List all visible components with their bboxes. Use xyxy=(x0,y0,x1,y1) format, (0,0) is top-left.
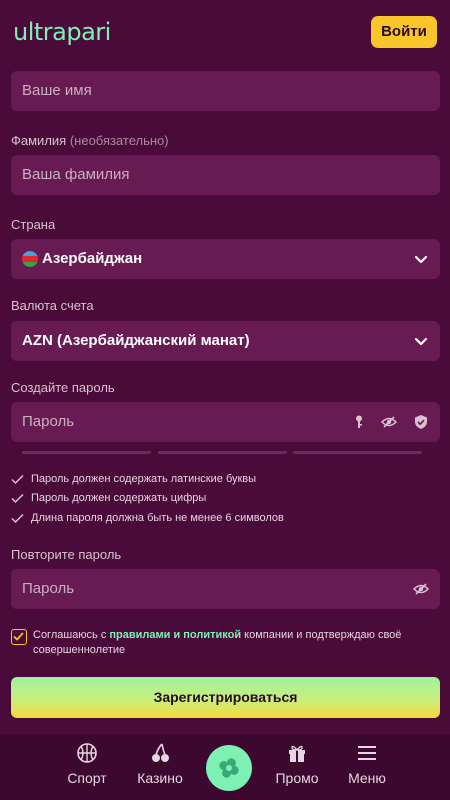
check-icon xyxy=(11,474,24,485)
key-icon[interactable] xyxy=(351,414,367,430)
password-strength-bar-3 xyxy=(293,451,422,454)
password-input[interactable]: Пароль xyxy=(11,402,440,442)
nav-promo[interactable]: Промо xyxy=(262,742,332,786)
cherries-icon xyxy=(152,743,169,762)
repeat-password-label: Повторите пароль xyxy=(11,547,122,562)
chevron-down-icon xyxy=(414,255,428,264)
check-icon xyxy=(11,493,24,504)
surname-label: Фамилия (необязательно) xyxy=(11,133,169,148)
password-strength-bar-2 xyxy=(158,451,287,454)
hamburger-menu-icon xyxy=(358,746,376,760)
nav-label: Меню xyxy=(348,770,386,786)
country-select[interactable]: Азербайджан xyxy=(11,239,440,279)
password-rule-text: Длина пароля должна быть не менее 6 симв… xyxy=(31,512,284,524)
surname-label-text: Фамилия xyxy=(11,133,67,148)
gift-icon xyxy=(289,745,305,762)
password-rule-text: Пароль должен содержать латинские буквы xyxy=(31,473,257,485)
agree-prefix: Соглашаюсь с xyxy=(33,629,110,641)
header: ultrapari Войти xyxy=(0,0,450,64)
name-input[interactable]: Ваше имя xyxy=(11,71,440,111)
currency-label: Валюта счета xyxy=(11,298,94,313)
eye-slash-icon[interactable] xyxy=(381,414,397,430)
repeat-password-placeholder: Пароль xyxy=(22,580,75,597)
check-icon xyxy=(13,632,24,641)
basketball-icon xyxy=(77,743,97,763)
currency-value: AZN (Азербайджанский манат) xyxy=(22,332,250,349)
chevron-down-icon xyxy=(414,337,428,346)
password-label: Создайте пароль xyxy=(11,380,115,395)
shield-check-icon xyxy=(415,415,427,429)
register-button[interactable]: Зарегистрироваться xyxy=(11,677,440,718)
rules-policy-link[interactable]: правилами и политикой xyxy=(109,629,241,641)
surname-optional-text: (необязательно) xyxy=(69,133,169,148)
country-label: Страна xyxy=(11,217,56,232)
nav-label: Промо xyxy=(275,770,319,786)
login-button[interactable]: Войти xyxy=(371,16,437,48)
nav-menu[interactable]: Меню xyxy=(332,742,402,786)
eye-slash-icon[interactable] xyxy=(413,581,429,597)
nav-label: Спорт xyxy=(67,770,107,786)
country-value: Азербайджан xyxy=(42,250,143,267)
surname-input[interactable]: Ваша фамилия xyxy=(11,155,440,195)
agree-text: Соглашаюсь с правилами и политикой компа… xyxy=(33,628,433,658)
nav-sport[interactable]: Спорт xyxy=(52,742,122,786)
azerbaijan-flag-icon xyxy=(22,251,38,267)
nav-center-button[interactable] xyxy=(206,745,252,791)
password-placeholder: Пароль xyxy=(22,413,75,430)
nav-casino[interactable]: Казино xyxy=(125,742,195,786)
currency-select[interactable]: AZN (Азербайджанский манат) xyxy=(11,321,440,361)
logo[interactable]: ultrapari xyxy=(13,18,111,46)
check-icon xyxy=(11,513,24,524)
nav-label: Казино xyxy=(137,770,183,786)
repeat-password-input[interactable]: Пароль xyxy=(11,569,440,609)
password-strength-bar-1 xyxy=(22,451,151,454)
password-rule-text: Пароль должен содержать цифры xyxy=(31,492,207,504)
clover-icon xyxy=(219,758,239,778)
agree-checkbox[interactable] xyxy=(11,629,27,645)
